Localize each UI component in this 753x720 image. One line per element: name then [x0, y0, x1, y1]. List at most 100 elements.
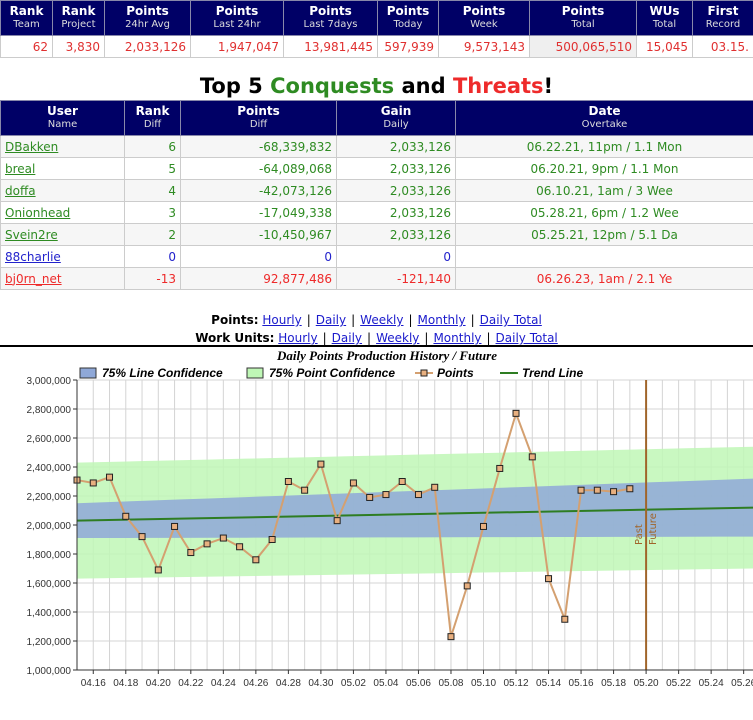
link-daily[interactable]: Daily: [316, 313, 346, 327]
legend-label: 75% Line Confidence: [102, 366, 223, 380]
data-point-04.27: [268, 536, 276, 543]
gain-cell: -121,140: [336, 267, 456, 290]
link-daily-total[interactable]: Daily Total: [496, 331, 558, 345]
link-monthly[interactable]: Monthly: [418, 313, 466, 327]
table-row: DBakken 6 -68,339,832 2,033,126 06.22.21, 11…: [0, 135, 753, 158]
header-subtitle: Name: [47, 119, 78, 130]
header-subtitle: 24hr Avg: [125, 19, 170, 30]
data-point-05.07: [431, 483, 439, 491]
stats-value: 3,830: [52, 35, 105, 58]
chart-title: Daily Points Production History / Future: [276, 348, 497, 363]
points-cell: -68,339,832: [180, 135, 337, 158]
link-hourly[interactable]: Hourly: [278, 331, 317, 345]
header-title: Date: [588, 104, 621, 118]
links-label: Work Units:: [195, 331, 275, 345]
user-link[interactable]: doffa: [5, 184, 36, 198]
header-subtitle: Team: [13, 19, 40, 30]
header-subtitle: Total: [652, 19, 677, 30]
separator: |: [486, 331, 491, 345]
x-tick-label: 04.18: [113, 678, 138, 689]
header-title: WUs: [649, 4, 680, 18]
team-stats-table: Rank Team Rank Project Points 24hr Avg Points L…: [0, 0, 753, 58]
date-cell: 06.22.21, 11pm / 1.1 Mon: [455, 135, 753, 158]
separator: |: [424, 331, 429, 345]
links-label: Points:: [211, 313, 259, 327]
data-point-05.14: [545, 575, 553, 583]
rank-cell: 6: [124, 135, 181, 158]
table-row: bj0rn_net -13 92,877,486 -121,140 06.26.23, …: [0, 267, 753, 290]
gain-cell: 2,033,126: [336, 135, 456, 158]
x-tick-label: 05.12: [504, 678, 529, 689]
legend-label: Trend Line: [522, 366, 583, 380]
link-daily[interactable]: Daily: [332, 331, 362, 345]
rank-cell: 4: [124, 179, 181, 202]
user-cell: doffa: [0, 179, 125, 202]
header-subtitle: Record: [705, 19, 741, 30]
user-link[interactable]: breal: [5, 162, 35, 176]
user-link[interactable]: Onionhead: [5, 206, 70, 220]
table-row: Svein2re 2 -10,450,967 2,033,126 05.25.21, 1…: [0, 223, 753, 246]
data-point-04.16: [89, 479, 97, 487]
x-tick-label: 04.30: [308, 678, 333, 689]
link-monthly[interactable]: Monthly: [433, 331, 481, 345]
data-point-04.23: [203, 540, 211, 548]
title-conquests: Conquests: [270, 74, 395, 98]
data-point-05.12: [512, 409, 520, 417]
x-tick-label: 04.22: [178, 678, 203, 689]
data-point-04.29: [301, 486, 309, 494]
link-weekly[interactable]: Weekly: [376, 331, 419, 345]
points-cell: 0: [180, 245, 337, 268]
date-cell: 05.25.21, 12pm / 5.1 Da: [455, 223, 753, 246]
separator: |: [367, 331, 372, 345]
legend-swatch: [420, 369, 428, 377]
data-point-05.03: [366, 493, 374, 501]
data-point-04.28: [284, 478, 292, 485]
y-tick-label: 2,600,000: [27, 434, 72, 445]
header-subtitle: Last 24hr: [213, 19, 261, 30]
data-point-04.20: [154, 566, 162, 574]
future-label: Future: [648, 513, 659, 545]
legend-label: Points: [437, 366, 474, 380]
rank-cell: 3: [124, 201, 181, 224]
gain-cell: 2,033,126: [336, 157, 456, 180]
data-point-04.25: [236, 543, 244, 551]
y-tick-label: 1,000,000: [27, 666, 72, 677]
gain-cell: 2,033,126: [336, 223, 456, 246]
x-tick-label: 05.26: [731, 678, 753, 689]
legend-swatch: [79, 367, 97, 379]
data-point-04.18: [122, 512, 130, 520]
y-tick-label: 1,400,000: [27, 608, 72, 619]
data-point-05.15: [561, 615, 569, 623]
x-tick-label: 04.20: [146, 678, 171, 689]
stats-header: Points Last 7days: [283, 0, 378, 36]
x-tick-label: 05.10: [471, 678, 496, 689]
past-label: Past: [634, 524, 645, 545]
separator: |: [408, 313, 413, 327]
points-links: Points: Hourly | Daily | Weekly | Monthly | Dail…: [0, 313, 753, 327]
stats-value: 9,573,143: [438, 35, 530, 58]
stats-header: Points 24hr Avg: [104, 0, 191, 36]
data-point-05.10: [480, 522, 487, 530]
x-tick-label: 05.18: [601, 678, 626, 689]
x-tick-label: 04.16: [81, 678, 106, 689]
table-row: doffa 4 -42,073,126 2,033,126 06.10.21, 1am …: [0, 179, 753, 202]
link-weekly[interactable]: Weekly: [360, 313, 403, 327]
header-title: Points: [309, 4, 352, 18]
stats-value: 13,981,445: [283, 35, 378, 58]
x-tick-label: 05.04: [373, 678, 398, 689]
user-link[interactable]: bj0rn_net: [5, 272, 62, 286]
user-link[interactable]: Svein2re: [5, 228, 58, 242]
link-hourly[interactable]: Hourly: [262, 313, 301, 327]
link-daily-total[interactable]: Daily Total: [480, 313, 542, 327]
rank-cell: -13: [124, 267, 181, 290]
y-tick-label: 2,200,000: [27, 492, 72, 503]
user-link[interactable]: 88charlie: [5, 250, 61, 264]
header-title: Rank: [9, 4, 44, 18]
data-point-05.04: [382, 491, 390, 499]
header-title: First: [707, 4, 739, 18]
user-link[interactable]: DBakken: [5, 140, 58, 154]
y-tick-label: 1,600,000: [27, 579, 72, 590]
header-subtitle: Total: [571, 19, 595, 30]
stats-value: 500,065,510: [529, 35, 637, 58]
header-subtitle: Diff: [249, 119, 268, 130]
